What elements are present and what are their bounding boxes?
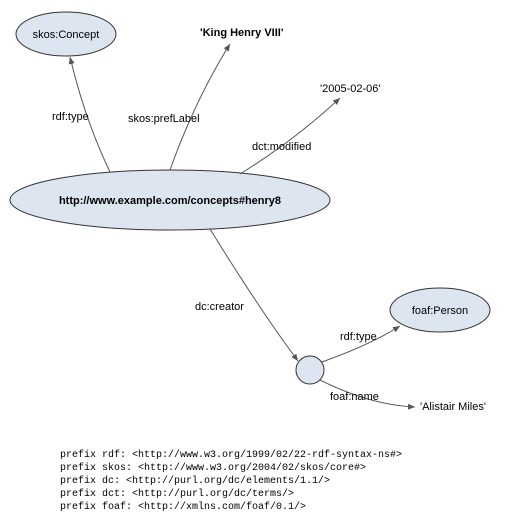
edge-rdf-type-concept-label: rdf:type bbox=[52, 111, 89, 123]
prefix-line-4: prefix foaf: <http://xmlns.com/foaf/0.1/… bbox=[60, 501, 306, 513]
edge-rdf-type-person-label: rdf:type bbox=[340, 331, 377, 343]
edge-foaf-name-label: foaf:name bbox=[330, 391, 379, 403]
literal-preflabel: 'King Henry VIII' bbox=[200, 27, 284, 39]
node-main-subject-label: http://www.example.com/concepts#henry8 bbox=[59, 195, 281, 207]
edge-creator-label: dc:creator bbox=[195, 301, 244, 313]
prefix-line-2: prefix dc: <http://purl.org/dc/elements/… bbox=[60, 475, 330, 487]
edge-modified-label: dct:modified bbox=[252, 141, 311, 153]
edge-preflabel bbox=[170, 44, 230, 170]
edge-modified bbox=[240, 98, 340, 174]
prefix-line-3: prefix dct: <http://purl.org/dc/terms/> bbox=[60, 488, 294, 500]
literal-name: 'Alistair Miles' bbox=[420, 401, 486, 413]
edge-creator bbox=[210, 229, 298, 361]
node-skos-concept-label: skos:Concept bbox=[33, 29, 100, 41]
edge-preflabel-label: skos:prefLabel bbox=[128, 113, 200, 125]
node-blank bbox=[296, 356, 324, 384]
rdf-graph-diagram: skos:Concept 'King Henry VIII' '2005-02-… bbox=[0, 0, 523, 524]
prefix-line-1: prefix skos: <http://www.w3.org/2004/02/… bbox=[60, 462, 366, 474]
prefix-line-0: prefix rdf: <http://www.w3.org/1999/02/2… bbox=[60, 449, 402, 461]
node-foaf-person-label: foaf:Person bbox=[412, 305, 468, 317]
literal-modified: '2005-02-06' bbox=[320, 83, 380, 95]
